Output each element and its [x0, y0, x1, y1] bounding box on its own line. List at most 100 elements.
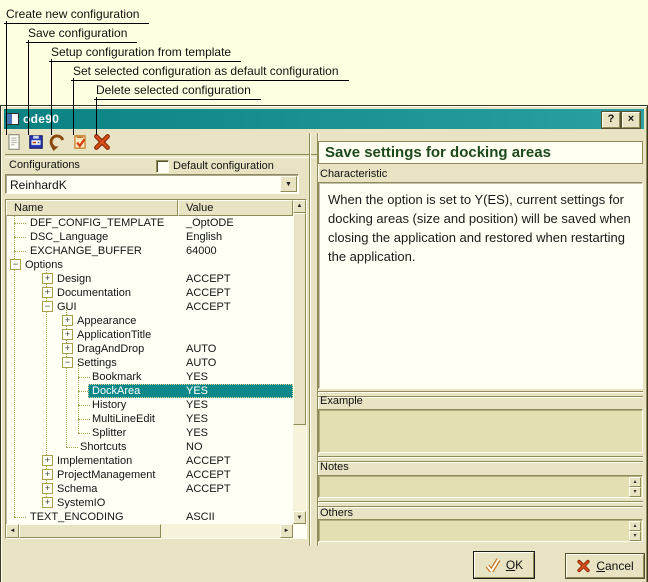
tree-row[interactable]: +DocumentationACCEPT: [6, 286, 293, 300]
default-configuration-label: Default configuration: [173, 160, 274, 172]
tree-row[interactable]: ShortcutsNO: [6, 440, 293, 454]
tree-row[interactable]: +ApplicationTitle: [6, 328, 293, 342]
horizontal-scroll-thumb[interactable]: [19, 524, 161, 538]
vertical-scroll-thumb[interactable]: [293, 213, 306, 425]
scroll-up-button[interactable]: ▲: [293, 200, 306, 213]
tree-row[interactable]: −GUIACCEPT: [6, 300, 293, 314]
help-button[interactable]: ?: [602, 112, 620, 128]
collapse-icon[interactable]: −: [10, 259, 21, 270]
configurations-combobox[interactable]: ReinhardK ▼: [5, 174, 299, 194]
combobox-dropdown-button[interactable]: ▼: [280, 176, 297, 192]
expand-icon[interactable]: +: [62, 329, 73, 340]
callout-line: [73, 78, 74, 135]
callout-setup-template: Setup configuration from template: [49, 45, 241, 62]
tree-row[interactable]: Splitter YES: [6, 426, 293, 440]
x-icon: [576, 559, 591, 573]
expand-icon[interactable]: +: [42, 497, 53, 508]
toolbar-separator: [5, 154, 317, 158]
expand-icon[interactable]: +: [42, 483, 53, 494]
tree-item-name: Bookmark: [92, 371, 142, 383]
characteristic-text[interactable]: When the option is set to Y(ES), current…: [318, 182, 643, 389]
spinner-up-button[interactable]: ▴: [629, 477, 641, 487]
page: Create new configuration Save configurat…: [0, 0, 648, 582]
tree-row[interactable]: +Appearance: [6, 314, 293, 328]
expand-icon[interactable]: +: [42, 287, 53, 298]
expand-icon[interactable]: +: [42, 273, 53, 284]
tree-item-name: Documentation: [57, 287, 131, 299]
tree-row[interactable]: −Options: [6, 258, 293, 272]
callout-delete: Delete selected configuration: [94, 83, 261, 100]
collapse-icon[interactable]: −: [62, 357, 73, 368]
name-value-tree: Name Value DEF_CONFIG_TEMPLATE_OptODEDSC…: [5, 199, 307, 539]
tree-leader-line: [78, 377, 90, 378]
tree-item-name: GUI: [57, 301, 77, 313]
new-configuration-button[interactable]: [5, 133, 23, 151]
tree-item-name: Implementation: [57, 455, 132, 467]
tree-row[interactable]: + Implementation ACCEPT: [6, 454, 293, 468]
expand-icon[interactable]: +: [62, 315, 73, 326]
tree-row[interactable]: BookmarkYES: [6, 370, 293, 384]
tree-item-name: DockArea: [92, 385, 140, 397]
tree-item-value: ACCEPT: [186, 455, 231, 467]
delete-configuration-button[interactable]: [93, 133, 111, 151]
tree-item-name: Options: [25, 259, 63, 271]
spinner-down-button[interactable]: ▾: [629, 487, 641, 497]
expand-icon[interactable]: +: [62, 343, 73, 354]
floppy-disk-icon: [27, 133, 45, 151]
collapse-icon[interactable]: −: [42, 301, 53, 312]
tree-item-name: MultiLineEdit: [92, 413, 155, 425]
section-splitter[interactable]: [318, 391, 643, 397]
tree-item-value: AUTO: [186, 357, 216, 369]
section-splitter[interactable]: [318, 501, 643, 507]
tree-row[interactable]: MultiLineEditYES: [6, 412, 293, 426]
tree-item-name: History: [92, 399, 126, 411]
cancel-button[interactable]: Cancel: [566, 554, 644, 578]
tree-item-value: _OptODE: [186, 217, 234, 229]
tree-item-name: EXCHANGE_BUFFER: [30, 245, 142, 257]
tree-item-value: 64000: [186, 245, 217, 257]
tree-row[interactable]: HistoryYES: [6, 398, 293, 412]
tree-horizontal-scrollbar[interactable]: ◄ ►: [6, 524, 293, 538]
ok-button[interactable]: OK: [474, 552, 534, 578]
tree-row[interactable]: TEXT_ENCODINGASCII: [6, 510, 293, 524]
panel-splitter[interactable]: [309, 133, 318, 546]
tree-row[interactable]: DSC_LanguageEnglish: [6, 230, 293, 244]
scroll-down-button[interactable]: ▼: [293, 511, 306, 524]
tree-row[interactable]: +DragAndDropAUTO: [6, 342, 293, 356]
tree-row[interactable]: EXCHANGE_BUFFER 64000: [6, 244, 293, 258]
tree-item-value: YES: [186, 427, 208, 439]
tree-vertical-scrollbar[interactable]: ▲ ▼: [293, 200, 306, 524]
combobox-value: ReinhardK: [10, 178, 67, 192]
section-splitter[interactable]: [318, 456, 643, 462]
tree-row[interactable]: +SchemaACCEPT: [6, 482, 293, 496]
save-configuration-button[interactable]: [27, 133, 45, 151]
tree-row[interactable]: DEF_CONFIG_TEMPLATE_OptODE: [6, 216, 293, 230]
tree-row[interactable]: +ProjectManagementACCEPT: [6, 468, 293, 482]
tree-row[interactable]: + SystemIO: [6, 496, 293, 510]
tree-row[interactable]: DockArea YES: [6, 384, 293, 398]
column-header-name[interactable]: Name: [6, 200, 178, 216]
notes-text[interactable]: ▴ ▾: [318, 475, 643, 498]
tree-row[interactable]: +DesignACCEPT: [6, 272, 293, 286]
title-bar[interactable]: ode90 ? ×: [4, 109, 644, 129]
expand-icon[interactable]: +: [42, 455, 53, 466]
app-icon: [6, 113, 19, 125]
tree-item-value: YES: [186, 385, 208, 397]
default-configuration-checkbox[interactable]: [156, 160, 169, 173]
tree-item-name: SystemIO: [57, 497, 105, 509]
expand-icon[interactable]: +: [42, 469, 53, 480]
scroll-right-button[interactable]: ►: [280, 524, 293, 538]
example-text[interactable]: [318, 409, 643, 453]
others-text[interactable]: ▴ ▾: [318, 519, 643, 542]
spinner-up-button[interactable]: ▴: [629, 521, 641, 531]
blank-page-icon: [5, 133, 23, 151]
scroll-left-button[interactable]: ◄: [6, 524, 19, 538]
setup-from-template-button[interactable]: [49, 133, 67, 151]
spinner-down-button[interactable]: ▾: [629, 531, 641, 541]
tree-item-value: ACCEPT: [186, 469, 231, 481]
column-header-value[interactable]: Value: [178, 200, 293, 216]
close-button[interactable]: ×: [622, 112, 640, 128]
tree-item-name: Splitter: [92, 427, 126, 439]
set-default-configuration-button[interactable]: [71, 133, 89, 151]
tree-row[interactable]: −SettingsAUTO: [6, 356, 293, 370]
